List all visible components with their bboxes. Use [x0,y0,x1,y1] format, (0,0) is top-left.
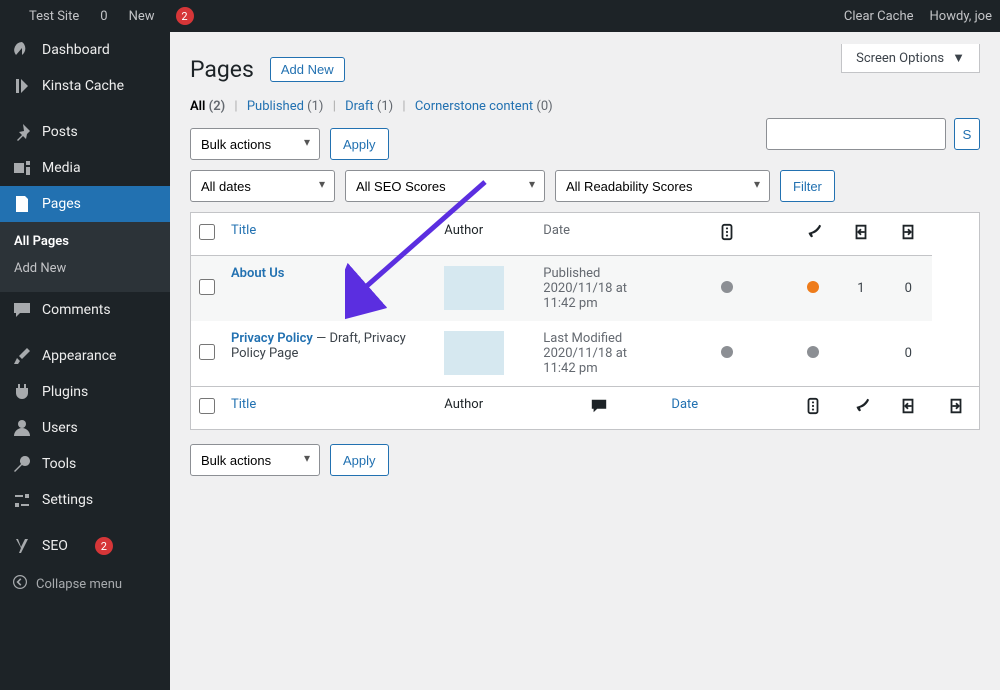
sidebar-item-media[interactable]: Media [0,150,170,186]
wrench-icon [12,454,32,474]
sidebar-item-appearance[interactable]: Appearance [0,338,170,374]
user-icon [12,418,32,438]
select-all-checkbox[interactable] [199,224,215,240]
row-title-link[interactable]: About Us [231,266,284,281]
bulk-actions-select[interactable]: Bulk actions [190,128,320,160]
sidebar-item-pages[interactable]: Pages [0,186,170,222]
howdy-link[interactable]: Howdy, joe [922,0,1000,32]
new-label: New [129,9,155,24]
admin-toolbar: Test Site 0 New 2 Clear Cache Howdy, joe [0,0,1000,32]
sidebar-subitem-all-pages[interactable]: All Pages [0,228,170,255]
seo-score-dot [721,346,733,358]
comments-count: 0 [100,9,107,24]
tf-author: Author [436,387,535,430]
search-button[interactable]: S [954,118,980,150]
yoast-count: 2 [176,7,194,25]
clear-cache-link[interactable]: Clear Cache [836,0,922,32]
links-incoming [837,321,884,387]
sidebar-item-settings[interactable]: Settings [0,482,170,518]
row-date: Last Modified2020/11/18 at 11:42 pm [535,321,663,387]
collapse-icon [12,574,28,594]
tf-links-in-icon [885,387,932,430]
tf-links-out-icon [932,387,980,430]
site-link[interactable]: Test Site [16,0,87,32]
sidebar-item-plugins[interactable]: Plugins [0,374,170,410]
th-readability-icon [790,213,837,256]
new-link[interactable]: New [116,0,163,32]
th-links-in-icon [837,213,884,256]
view-all[interactable]: All (2) [190,99,225,114]
readability-select[interactable]: All Readability Scores [555,170,770,202]
view-published[interactable]: Published (1) [247,99,324,114]
tf-title[interactable]: Title [223,387,436,430]
admin-sidebar: Dashboard Kinsta Cache Posts Media Pages… [0,32,170,690]
sidebar-item-seo[interactable]: SEO 2 [0,528,170,564]
pages-table: Title Author Date About Us Published2020/… [190,212,980,430]
yoast-icon [12,536,32,556]
brush-icon [12,346,32,366]
site-name: Test Site [29,9,79,24]
sidebar-item-comments[interactable]: Comments [0,292,170,328]
comments-link[interactable]: 0 [87,0,115,32]
apply-button-top[interactable]: Apply [330,128,389,160]
author-avatar [444,266,504,310]
filter-button[interactable]: Filter [780,170,835,202]
page-title: Pages [190,56,254,83]
pin-icon [12,122,32,142]
view-draft[interactable]: Draft (1) [345,99,393,114]
row-checkbox[interactable] [199,344,215,360]
main-content: Screen Options▼ Pages Add New S All (2) … [170,32,1000,690]
kinsta-icon [12,76,32,96]
tf-seo-score-icon [790,387,837,430]
dates-select[interactable]: All dates [190,170,335,202]
th-date[interactable]: Date [535,213,663,256]
links-outgoing: 0 [885,256,932,322]
dashboard-icon [12,40,32,60]
th-title[interactable]: Title [223,213,436,256]
apply-button-bottom[interactable]: Apply [330,444,389,476]
plug-icon [12,382,32,402]
sidebar-item-tools[interactable]: Tools [0,446,170,482]
sidebar-item-users[interactable]: Users [0,410,170,446]
th-author: Author [436,213,535,256]
media-icon [12,158,32,178]
sidebar-subitem-add-new[interactable]: Add New [0,255,170,282]
bulk-actions-select-bottom[interactable]: Bulk actions [190,444,320,476]
wp-logo[interactable] [0,0,16,32]
row-checkbox[interactable] [199,279,215,295]
seo-scores-select[interactable]: All SEO Scores [345,170,545,202]
sliders-icon [12,490,32,510]
tf-comments-icon [535,387,663,430]
readability-dot [807,346,819,358]
sidebar-item-kinsta[interactable]: Kinsta Cache [0,68,170,104]
table-row: About Us Published2020/11/18 at 11:42 pm 1… [191,256,980,322]
view-cornerstone[interactable]: Cornerstone content (0) [415,99,553,114]
table-row: Privacy Policy — Draft, Privacy Policy P… [191,321,980,387]
search-input[interactable] [766,118,946,150]
author-avatar [444,331,504,375]
readability-dot [807,281,819,293]
links-outgoing: 0 [885,321,932,387]
screen-options-tab[interactable]: Screen Options▼ [841,44,980,73]
comment-icon [12,300,32,320]
collapse-menu[interactable]: Collapse menu [0,564,170,604]
yoast-link[interactable]: 2 [163,0,202,32]
seo-badge: 2 [95,537,113,555]
page-icon [12,194,32,214]
tf-readability-icon [837,387,884,430]
chevron-down-icon: ▼ [952,50,965,66]
select-all-checkbox-foot[interactable] [199,398,215,414]
sidebar-item-dashboard[interactable]: Dashboard [0,32,170,68]
row-date: Published2020/11/18 at 11:42 pm [535,256,663,322]
seo-score-dot [721,281,733,293]
links-incoming: 1 [837,256,884,322]
add-new-button[interactable]: Add New [270,57,345,82]
row-title-link[interactable]: Privacy Policy [231,331,313,346]
tf-date[interactable]: Date [663,387,789,430]
sidebar-item-posts[interactable]: Posts [0,114,170,150]
th-links-out-icon [885,213,932,256]
th-seo-score-icon [663,213,789,256]
